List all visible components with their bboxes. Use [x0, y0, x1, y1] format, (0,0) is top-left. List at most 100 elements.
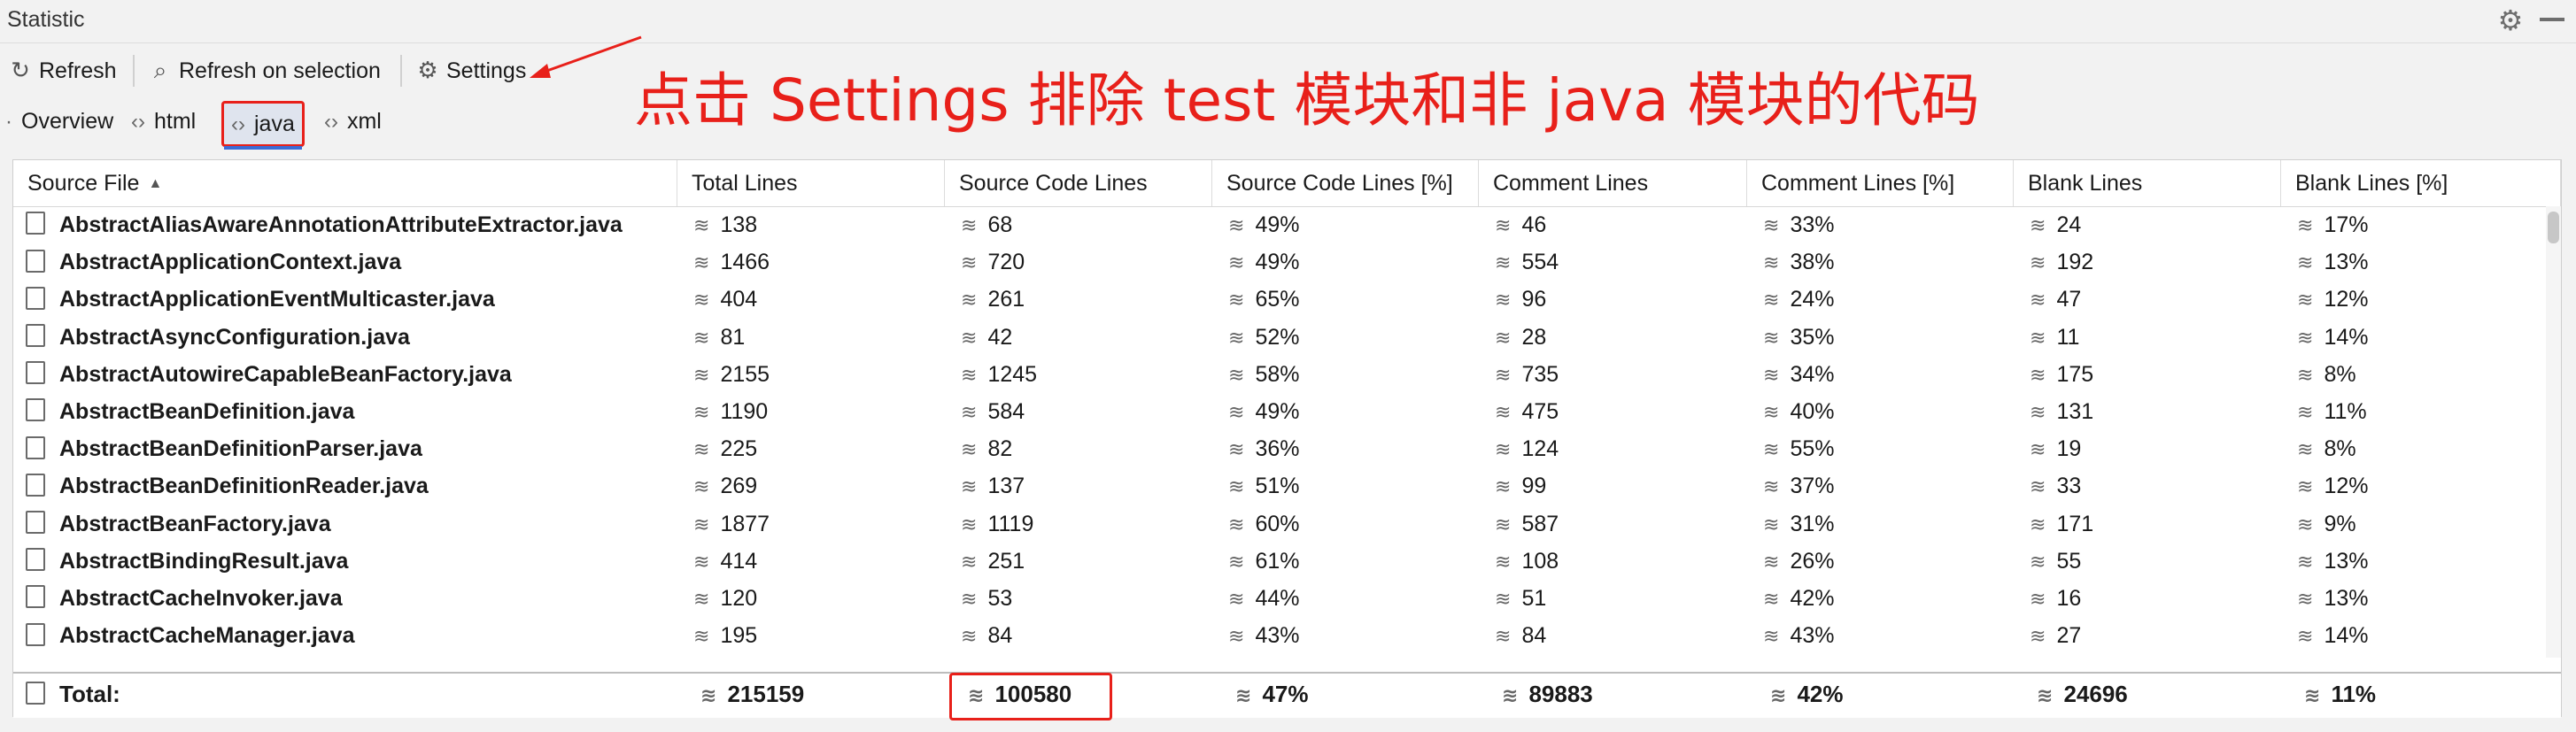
stack-icon: ≋: [1763, 625, 1780, 648]
column-header[interactable]: Comment Lines: [1479, 160, 1747, 206]
cell-value: 261: [987, 287, 1025, 312]
metric-cell: ≋ 24%: [1763, 281, 1834, 318]
cell-value: 1190: [720, 399, 769, 424]
cell-value: 35%: [1790, 324, 1835, 350]
column-header[interactable]: Source Code Lines: [945, 160, 1212, 206]
minimize-icon[interactable]: [2540, 18, 2564, 21]
stack-icon: ≋: [1495, 655, 1511, 658]
metric-cell: ≋ 17%: [2297, 206, 2368, 243]
metric-cell: ≋ 89883: [1502, 674, 1593, 718]
stack-icon: ≋: [2297, 214, 2314, 236]
cell-value: 554: [1521, 250, 1559, 275]
file-name-cell: AbstractCacheManager.java: [26, 617, 354, 654]
metric-cell: ≋ 13%: [2297, 243, 2368, 281]
cell-value: 33%: [1790, 212, 1835, 237]
metric-cell: ≋ 28: [1495, 319, 1546, 356]
cell-value: 47: [2056, 287, 2082, 312]
sort-ascending-icon[interactable]: ▲: [148, 176, 162, 191]
stack-icon: ≋: [1495, 214, 1512, 236]
column-header[interactable]: Blank Lines: [2014, 160, 2281, 206]
tab-html[interactable]: ‹› html: [131, 101, 196, 142]
table-row[interactable]: AbstractCacheResolver.java ≋109 ≋48 ≋44% ≋45…: [13, 654, 2546, 658]
cell-value: 14%: [2324, 324, 2369, 350]
metric-cell: ≋ 8%: [2297, 356, 2356, 393]
column-header[interactable]: Blank Lines [%]: [2281, 160, 2561, 206]
tab-label: java: [253, 112, 295, 136]
metric-cell: ≋ 195: [693, 617, 757, 654]
metric-cell: ≋ 12%: [2297, 281, 2368, 318]
column-header[interactable]: Total Lines: [677, 160, 945, 206]
cell-value: 43%: [1255, 623, 1300, 649]
stack-icon: ≋: [2030, 251, 2046, 274]
stack-icon: ≋: [2030, 588, 2046, 610]
stack-icon: ≋: [1763, 401, 1780, 423]
metric-cell: ≋ 43%: [1763, 617, 1834, 654]
table-row[interactable]: AbstractBindingResult.java ≋ 414 ≋ 251 ≋ 61% ≋ 1…: [13, 543, 2546, 580]
metric-cell: ≋ 720: [961, 243, 1025, 281]
cell-value: 96: [1521, 287, 1547, 312]
metric-cell: ≋ 1877: [693, 505, 770, 543]
stack-icon: ≋: [693, 655, 709, 658]
cell-value: AbstractAutowireCapableBeanFactory.java: [59, 361, 512, 387]
stack-icon: ≋: [1495, 289, 1512, 312]
table-row[interactable]: AbstractAutowireCapableBeanFactory.java ≋…: [13, 356, 2546, 393]
cell-value: 43%: [1790, 623, 1835, 649]
file-icon: [26, 435, 45, 459]
scrollbar-thumb[interactable]: [2548, 212, 2559, 243]
stack-icon: ≋: [1228, 214, 1245, 236]
stack-icon: ≋: [1763, 550, 1780, 573]
metric-cell: ≋ 38%: [1763, 243, 1834, 281]
stack-icon: ≋: [2030, 475, 2046, 498]
stack-icon: ≋: [2297, 550, 2314, 573]
table-row[interactable]: AbstractAliasAwareAnnotationAttributeExt…: [13, 206, 2546, 243]
table-row[interactable]: AbstractBeanFactory.java ≋ 1877 ≋ 1119 ≋ 60% ≋ 5…: [13, 505, 2546, 543]
metric-cell: ≋ 82: [961, 430, 1012, 467]
cell-value: 587: [1521, 511, 1559, 536]
table-row[interactable]: AbstractApplicationEventMulticaster.java…: [13, 281, 2546, 318]
metric-cell: ≋ 16: [2030, 580, 2081, 617]
cell-value: 61%: [1255, 548, 1300, 574]
stack-icon: ≋: [1228, 438, 1245, 461]
metric-cell: ≋ 14%: [2297, 319, 2368, 356]
table-row[interactable]: AbstractBeanDefinitionReader.java ≋ 269 ≋ 13…: [13, 467, 2546, 505]
metric-cell: ≋ 58%: [1228, 356, 1299, 393]
column-header[interactable]: Comment Lines [%]: [1747, 160, 2014, 206]
metric-cell: ≋ 225: [693, 430, 757, 467]
cell-value: 82: [987, 436, 1013, 462]
vertical-scrollbar[interactable]: [2546, 206, 2561, 658]
table-row[interactable]: AbstractBeanDefinition.java ≋ 1190 ≋ 584 ≋ 49%…: [13, 393, 2546, 430]
stack-icon: ≋: [693, 289, 710, 312]
annotation-arrow: [530, 35, 642, 78]
stack-icon: ≋: [2297, 625, 2314, 648]
table-row[interactable]: AbstractCacheManager.java ≋ 195 ≋ 84 ≋ 43% ≋ 84 ≋…: [13, 617, 2546, 654]
stack-icon: ≋: [2297, 512, 2314, 536]
stack-icon: ≋: [1495, 326, 1512, 349]
cell-value: 14%: [2324, 623, 2369, 649]
stack-icon: ≋: [961, 655, 977, 658]
stack-icon: ≋: [1228, 655, 1244, 658]
tab-xml[interactable]: ‹› xml: [324, 101, 382, 142]
tab-java[interactable]: ‹› java: [221, 101, 305, 150]
table-row[interactable]: AbstractAsyncConfiguration.java ≋ 81 ≋ 42 ≋ 52…: [13, 319, 2546, 356]
table-row[interactable]: AbstractApplicationContext.java ≋ 1466 ≋ 720…: [13, 243, 2546, 281]
stack-icon: ≋: [961, 401, 978, 423]
cell-value: 11: [2056, 324, 2080, 350]
metric-cell: ≋ 55: [2030, 543, 2081, 580]
tab-overview[interactable]: · Overview: [5, 101, 113, 142]
metric-cell: ≋ 138: [693, 206, 757, 243]
table-total-row: Total: ≋ 215159 ≋ 100580 ≋ 47% ≋ 89883 ≋ 42% ≋ 24696…: [13, 672, 2561, 718]
column-header[interactable]: Source File ▲: [13, 160, 677, 206]
column-header[interactable]: Source Code Lines [%]: [1212, 160, 1479, 206]
stack-icon: ≋: [961, 588, 978, 610]
cell-value: 27: [2056, 623, 2082, 649]
stack-icon: ≋: [2297, 588, 2314, 610]
table-row[interactable]: AbstractBeanDefinitionParser.java ≋ 225 ≋ 82…: [13, 430, 2546, 467]
table-row[interactable]: AbstractCacheInvoker.java ≋ 120 ≋ 53 ≋ 44% ≋ 51 ≋…: [13, 580, 2546, 617]
metric-cell: ≋ 171: [2030, 505, 2093, 543]
cell-value: AbstractApplicationContext.java: [59, 250, 402, 275]
gear-icon[interactable]: ⚙: [2495, 5, 2526, 35]
cell-value: 24696: [2063, 681, 2128, 707]
metric-cell: ≋ 33%: [1763, 206, 1834, 243]
cell-value: 1466: [720, 250, 770, 275]
metric-cell: ≋ 13%: [2297, 580, 2368, 617]
